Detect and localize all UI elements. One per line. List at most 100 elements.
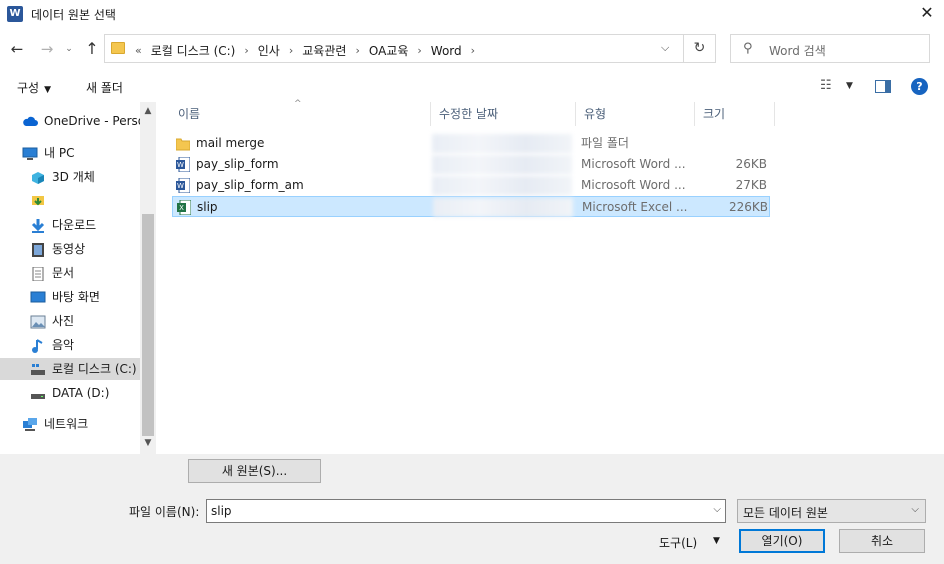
- file-name: pay_slip_form_am: [196, 178, 304, 192]
- nav-item-label: 음악: [52, 338, 75, 352]
- nav-item-3d-objects[interactable]: 3D 개체: [0, 166, 140, 188]
- nav-item-network[interactable]: 네트워크: [0, 413, 140, 435]
- cube-icon: [32, 171, 44, 184]
- nav-item-documents[interactable]: 문서: [0, 262, 140, 284]
- filename-label: 파일 이름(N):: [129, 505, 200, 519]
- nav-item-desktop[interactable]: 바탕 화면: [0, 286, 140, 308]
- nav-item-label: 바탕 화면: [52, 290, 100, 304]
- chevron-down-icon[interactable]: ▼: [846, 81, 853, 91]
- nav-item-desktop-download[interactable]: [0, 190, 140, 212]
- chevron-down-icon[interactable]: ▼: [713, 536, 720, 546]
- refresh-icon[interactable]: ↻: [684, 34, 716, 63]
- music-icon: [32, 338, 43, 353]
- nav-scrollbar[interactable]: ▲ ▼: [140, 102, 156, 454]
- nav-item-videos[interactable]: 동영상: [0, 238, 140, 260]
- forward-arrow-icon[interactable]: →: [36, 38, 58, 60]
- filename-input[interactable]: slip ⌵: [206, 499, 726, 523]
- file-size: 27KB: [735, 178, 767, 192]
- file-type-select[interactable]: 모든 데이터 원본 ⌵: [737, 499, 926, 523]
- breadcrumb-item[interactable]: 교육관련: [297, 42, 351, 59]
- drive-d-icon: [31, 393, 45, 399]
- new-folder-button[interactable]: 새 폴더: [86, 79, 123, 96]
- breadcrumb-item[interactable]: 인사: [253, 42, 285, 59]
- nav-item-label: DATA (D:): [52, 386, 110, 400]
- breadcrumb-item[interactable]: 로컬 디스크 (C:): [146, 42, 241, 59]
- filename-value: slip: [211, 504, 232, 518]
- file-name: pay_slip_form: [196, 157, 279, 171]
- cloud-icon: [23, 116, 38, 126]
- desktop-icon: [30, 291, 46, 302]
- breadcrumb-item[interactable]: Word: [426, 44, 467, 58]
- file-list: 이름 ^ 수정한 날짜 유형 크기 mail merge 파일 폴더 W pay…: [156, 99, 944, 454]
- file-type-value: 모든 데이터 원본: [743, 506, 828, 520]
- command-bar: 구성 ▼ 새 폴더 ☷ ▼ ?: [0, 70, 944, 102]
- scrollbar-thumb[interactable]: [142, 214, 154, 436]
- title-bar: W 데이터 원본 선택 ✕: [0, 0, 944, 30]
- column-header-date[interactable]: 수정한 날짜: [431, 102, 576, 126]
- file-row-selected[interactable]: X slip Microsoft Excel ... 226KB: [172, 196, 770, 217]
- file-type: 파일 폴더: [581, 136, 629, 150]
- back-arrow-icon[interactable]: ←: [6, 38, 28, 60]
- address-bar[interactable]: « 로컬 디스크 (C:) › 인사 › 교육관련 › OA교육 › Word …: [104, 34, 684, 63]
- help-icon[interactable]: ?: [911, 78, 928, 95]
- svg-text:W: W: [177, 161, 184, 169]
- file-type: Microsoft Word ...: [581, 157, 686, 171]
- breadcrumb: « 로컬 디스크 (C:) › 인사 › 교육관련 › OA교육 › Word …: [131, 42, 479, 59]
- navigation-pane: OneDrive - Personal 내 PC 3D 개체 다운로드 동영상 …: [0, 102, 156, 454]
- breadcrumb-separator[interactable]: ›: [285, 44, 297, 57]
- nav-item-label: 로컬 디스크 (C:): [52, 362, 137, 376]
- nav-item-downloads[interactable]: 다운로드: [0, 214, 140, 236]
- folder-icon: [176, 138, 190, 151]
- breadcrumb-overflow[interactable]: «: [131, 44, 146, 57]
- video-icon: [32, 242, 44, 257]
- recent-locations-chevron-icon[interactable]: ⌄: [62, 38, 76, 60]
- nav-item-pictures[interactable]: 사진: [0, 310, 140, 332]
- word-file-icon: W: [176, 157, 190, 172]
- nav-item-label: 문서: [52, 266, 75, 280]
- new-source-button[interactable]: 새 원본(S)...: [188, 459, 321, 483]
- file-name: mail merge: [196, 136, 265, 150]
- preview-pane-icon[interactable]: [875, 80, 891, 93]
- file-size: 26KB: [735, 157, 767, 171]
- nav-item-data-d[interactable]: DATA (D:): [0, 382, 140, 404]
- nav-item-onedrive[interactable]: OneDrive - Personal: [0, 110, 140, 132]
- up-arrow-icon[interactable]: ↑: [81, 38, 103, 60]
- column-header-type[interactable]: 유형: [576, 102, 695, 126]
- search-input[interactable]: ⚲ Word 검색: [730, 34, 930, 63]
- scroll-up-icon[interactable]: ▲: [140, 106, 156, 116]
- search-placeholder: Word 검색: [769, 44, 826, 58]
- dialog-footer: 새 원본(S)... 파일 이름(N): slip ⌵ 모든 데이터 원본 ⌵ …: [0, 454, 944, 564]
- nav-item-music[interactable]: 음악: [0, 334, 140, 356]
- nav-item-local-disk-c[interactable]: 로컬 디스크 (C:): [0, 358, 140, 380]
- breadcrumb-separator[interactable]: ›: [240, 44, 252, 57]
- breadcrumb-separator[interactable]: ›: [413, 44, 425, 57]
- svg-text:X: X: [179, 204, 184, 212]
- nav-item-label: 동영상: [52, 242, 86, 256]
- nav-item-label: 내 PC: [44, 146, 75, 160]
- nav-item-label: OneDrive - Personal: [44, 114, 140, 128]
- breadcrumb-item[interactable]: OA교육: [364, 42, 414, 59]
- column-header-size[interactable]: 크기: [695, 102, 775, 126]
- file-size: 226KB: [728, 200, 768, 214]
- address-dropdown-chevron-icon[interactable]: ⌵: [661, 41, 677, 55]
- view-options-icon[interactable]: ☷: [820, 78, 832, 93]
- cancel-button[interactable]: 취소: [839, 529, 925, 553]
- breadcrumb-separator[interactable]: ›: [351, 44, 363, 57]
- scroll-down-icon[interactable]: ▼: [140, 438, 156, 448]
- file-date-redacted: [433, 198, 573, 217]
- tools-button[interactable]: 도구(L): [659, 534, 697, 551]
- breadcrumb-separator[interactable]: ›: [467, 44, 479, 57]
- sort-ascending-icon: ^: [294, 99, 302, 109]
- file-row[interactable]: mail merge 파일 폴더: [172, 133, 770, 154]
- file-date-redacted: [432, 155, 572, 174]
- chevron-down-icon[interactable]: ⌵: [713, 504, 721, 515]
- open-button[interactable]: 열기(O): [739, 529, 825, 553]
- organize-button[interactable]: 구성 ▼: [17, 79, 51, 96]
- word-app-icon: W: [7, 6, 23, 22]
- close-button[interactable]: ✕: [910, 0, 944, 28]
- file-row[interactable]: W pay_slip_form_am Microsoft Word ... 27…: [172, 175, 770, 196]
- nav-item-this-pc[interactable]: 내 PC: [0, 142, 140, 164]
- file-row[interactable]: W pay_slip_form Microsoft Word ... 26KB: [172, 154, 770, 175]
- file-date-redacted: [432, 134, 572, 153]
- chevron-down-icon: ▼: [44, 85, 52, 95]
